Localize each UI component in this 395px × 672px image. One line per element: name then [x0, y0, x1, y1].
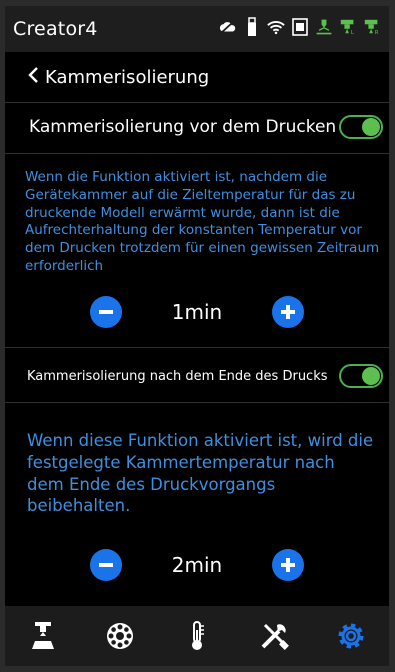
- divider: [5, 102, 389, 103]
- usb-icon: [243, 16, 261, 38]
- tools-icon[interactable]: [252, 614, 296, 658]
- brand-name: Creator4: [13, 18, 98, 40]
- svg-text:L: L: [351, 30, 354, 36]
- description-post-print: Wenn diese Funktion aktiviert ist, wird …: [27, 431, 374, 516]
- bottom-nav: [5, 606, 389, 666]
- duration-value-post-print: 2min: [171, 553, 223, 577]
- duration-value-pre-print: 1min: [171, 300, 223, 324]
- description-pre-print: Wenn die Funktion aktiviert ist, nachdem…: [25, 169, 380, 275]
- minus-icon: [99, 563, 113, 567]
- page-title: Kammerisolierung: [45, 66, 210, 88]
- filament-spool-icon[interactable]: [98, 614, 142, 658]
- extruder-temp-icon: L: [339, 16, 357, 38]
- setting-row-post-print: Kammerisolierung nach dem Ende des Druck…: [5, 358, 389, 394]
- decrement-button[interactable]: [90, 549, 122, 581]
- back-button[interactable]: Kammerisolierung: [27, 65, 209, 89]
- wifi-icon: [267, 16, 285, 38]
- device-frame: Creator4 L R Kammerisolierung Kammerisol…: [0, 0, 395, 672]
- setting-label-pre-print: Kammerisolierung vor dem Drucken: [29, 117, 337, 137]
- setting-label-post-print: Kammerisolierung nach dem Ende des Druck…: [27, 368, 328, 384]
- toggle-knob: [362, 367, 380, 385]
- toggle-post-print[interactable]: [339, 364, 383, 388]
- plus-icon: [281, 305, 295, 319]
- divider: [5, 402, 389, 403]
- page-header: Kammerisolierung: [5, 52, 389, 102]
- stepper-post-print: 2min: [5, 548, 389, 582]
- svg-text:R: R: [375, 30, 379, 36]
- divider: [5, 347, 389, 348]
- status-bar: Creator4 L R: [5, 6, 389, 52]
- increment-button[interactable]: [272, 296, 304, 328]
- chevron-left-icon: [27, 65, 39, 89]
- cloud-icon: [219, 16, 237, 38]
- print-head-icon: [315, 16, 333, 38]
- settings-gear-icon[interactable]: [329, 614, 373, 658]
- divider: [5, 153, 389, 154]
- increment-button[interactable]: [272, 549, 304, 581]
- plus-icon: [281, 558, 295, 572]
- minus-icon: [99, 310, 113, 314]
- stepper-pre-print: 1min: [5, 295, 389, 329]
- setting-row-pre-print: Kammerisolierung vor dem Drucken: [5, 107, 389, 147]
- thermometer-icon[interactable]: [175, 614, 219, 658]
- decrement-button[interactable]: [90, 296, 122, 328]
- extruder-temp-icon: R: [363, 16, 381, 38]
- toggle-pre-print[interactable]: [339, 115, 383, 139]
- status-icons: L R: [219, 16, 381, 38]
- camera-icon: [291, 16, 309, 38]
- toggle-knob: [362, 118, 380, 136]
- screen: Creator4 L R Kammerisolierung Kammerisol…: [5, 6, 389, 666]
- print-icon[interactable]: [21, 614, 65, 658]
